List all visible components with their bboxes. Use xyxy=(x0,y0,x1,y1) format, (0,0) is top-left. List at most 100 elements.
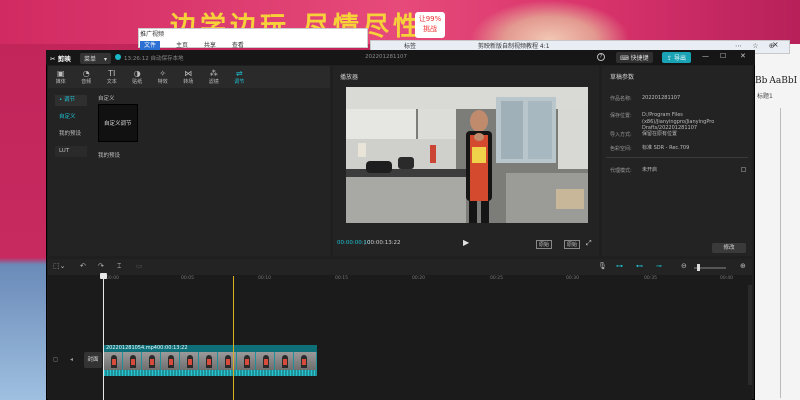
tool-sticker[interactable]: ◑ 贴纸 xyxy=(125,66,151,88)
adjust-icon: ⇌ xyxy=(235,69,243,78)
tool-effects[interactable]: ✧ 特效 xyxy=(150,66,176,88)
ruler-tick: 00:40 xyxy=(720,276,733,281)
clip-thumbnail xyxy=(104,352,123,370)
timeline-scrollbar[interactable] xyxy=(748,285,752,385)
details-title: 草稿参数 xyxy=(610,74,635,81)
side-item-custom[interactable]: 自定义 xyxy=(55,112,87,123)
redo-icon[interactable]: ↷ xyxy=(98,262,104,270)
split-icon[interactable]: ⌶ xyxy=(117,262,121,271)
link-main-track-icon[interactable]: ⊶ xyxy=(616,262,623,270)
tool-transition[interactable]: ⋈ 转场 xyxy=(176,66,202,88)
side-item-adjust[interactable]: • 调节 xyxy=(55,95,87,106)
word-style-2[interactable]: AaBbI xyxy=(769,76,797,86)
export-label: 导出 xyxy=(673,55,686,62)
tool-media[interactable]: ▣ 媒体 xyxy=(48,66,74,88)
detail-value-name: 202201281107 xyxy=(642,95,681,101)
text-icon: TI xyxy=(108,69,116,78)
word-style-gallery[interactable]: Bb AaBbI xyxy=(755,76,799,86)
minimize-icon[interactable]: — xyxy=(702,52,709,60)
help-icon[interactable]: ? xyxy=(597,53,605,61)
export-button[interactable]: ⇪ 导出 xyxy=(662,52,691,63)
mute-track-icon[interactable]: ◂ xyxy=(70,356,73,363)
explorer-tab-share[interactable]: 共享 xyxy=(204,42,216,49)
playhead[interactable] xyxy=(103,274,104,400)
link-snap-icon[interactable]: ⊸ xyxy=(656,262,662,270)
clip-audio-waveform xyxy=(104,370,317,376)
browser-tab-video[interactable]: 剪映新版自制视频教程 4:1 xyxy=(478,41,550,50)
play-icon[interactable]: ▶ xyxy=(463,238,469,247)
ruler-tick: 00:35 xyxy=(644,276,657,281)
video-preview[interactable] xyxy=(346,87,588,223)
close-icon[interactable]: ✕ xyxy=(740,52,746,60)
tool-label: 文本 xyxy=(106,79,117,85)
tool-label: 转场 xyxy=(183,79,194,85)
microphone-icon[interactable]: 🎙 xyxy=(598,262,607,270)
details-divider xyxy=(606,157,748,158)
materials-panel xyxy=(48,66,330,256)
aspect-ratio-button[interactable]: 原始 xyxy=(564,240,581,249)
detail-label-location: 保存位置: xyxy=(610,113,632,119)
ruler-tick: 00:20 xyxy=(412,276,425,281)
undo-icon[interactable]: ↶ xyxy=(80,262,86,270)
word-style-label: 标题1 xyxy=(757,93,773,100)
sticker-icon: ◑ xyxy=(133,69,141,78)
side-item-lut[interactable]: LUT xyxy=(55,146,87,157)
menu-button[interactable]: 菜单 ▾ xyxy=(80,53,112,64)
link-preview-icon[interactable]: ⊷ xyxy=(636,262,643,270)
clip-thumbnail xyxy=(275,352,294,370)
shortcut-label: 快捷键 xyxy=(630,55,649,62)
cover-button[interactable]: 封面 xyxy=(84,352,102,368)
app-logo: ✂ 剪映 xyxy=(50,53,71,63)
section-custom-title: 自定义 xyxy=(98,96,115,102)
tool-text[interactable]: TI 文本 xyxy=(99,66,125,88)
select-tool-icon[interactable]: ⬚⌄ xyxy=(53,262,65,270)
zoom-out-icon[interactable]: ⊖ xyxy=(681,262,687,270)
autosave-status: 13:26:12 自动保存本地 xyxy=(124,56,184,62)
hover-time-indicator xyxy=(233,276,234,400)
zoom-slider-handle[interactable] xyxy=(697,264,700,271)
clip-filename: 202201281054.mp4 xyxy=(106,345,157,351)
detail-label-proxy: 代理模式: xyxy=(610,168,632,174)
side-item-my-presets[interactable]: 我的预设 xyxy=(55,129,87,140)
detail-value-proxy: 未开启 xyxy=(642,167,658,173)
player-title: 播放器 xyxy=(340,74,359,81)
modify-button[interactable]: 修改 xyxy=(712,243,746,253)
playhead-handle[interactable] xyxy=(100,273,107,279)
explorer-tab-home[interactable]: 主页 xyxy=(176,42,188,49)
explorer-tab-file[interactable]: 文件 xyxy=(140,41,161,50)
fullscreen-icon[interactable]: ⤢ xyxy=(586,239,592,248)
tool-audio[interactable]: ◔ 音频 xyxy=(74,66,100,88)
desktop-left-area xyxy=(0,44,46,400)
effects-icon: ✧ xyxy=(159,69,167,78)
shortcut-button[interactable]: ⌨ 快捷键 xyxy=(616,52,653,63)
original-quality-button[interactable]: 原始 xyxy=(536,240,553,249)
materials-toolbar: ▣ 媒体 ◔ 音频 TI 文本 ◑ 贴纸 ✧ 特效 ⋈ 转场 ⁂ 滤镜 ⇌ 调节 xyxy=(48,66,330,88)
delete-icon[interactable]: ▭ xyxy=(136,262,143,270)
ruler-tick: 00:25 xyxy=(490,276,503,281)
clip-thumbnail xyxy=(218,352,237,370)
banner-badge: 让99% 挑战 xyxy=(415,12,445,38)
keyboard-icon: ⌨ xyxy=(620,55,629,62)
browser-tab[interactable]: 标签 xyxy=(404,41,416,50)
browser-close-icon[interactable]: × xyxy=(772,40,779,49)
lock-track-icon[interactable]: ◻ xyxy=(53,356,58,363)
tool-label: 特效 xyxy=(157,79,168,85)
ruler-tick: 00:05 xyxy=(181,276,194,281)
tool-label: 调节 xyxy=(234,79,245,85)
clip-thumbnail xyxy=(180,352,199,370)
media-icon: ▣ xyxy=(56,69,65,78)
zoom-in-icon[interactable]: ⊕ xyxy=(740,262,746,270)
word-style-1[interactable]: Bb xyxy=(755,76,767,86)
transition-icon: ⋈ xyxy=(184,69,193,78)
logo-icon: ✂ xyxy=(50,55,56,63)
tool-label: 音频 xyxy=(81,79,92,85)
explorer-tab-view[interactable]: 查看 xyxy=(232,42,244,49)
ruler-tick: 00:10 xyxy=(258,276,271,281)
maximize-icon[interactable]: ☐ xyxy=(720,52,726,60)
tool-adjust[interactable]: ⇌ 调节 xyxy=(227,66,253,88)
proxy-toggle[interactable] xyxy=(741,167,746,172)
banner-badge-sub: 挑战 xyxy=(423,25,437,33)
detail-label-name: 作品名称: xyxy=(610,96,632,102)
menu-label: 菜单 xyxy=(84,56,97,63)
tool-filter[interactable]: ⁂ 滤镜 xyxy=(201,66,227,88)
